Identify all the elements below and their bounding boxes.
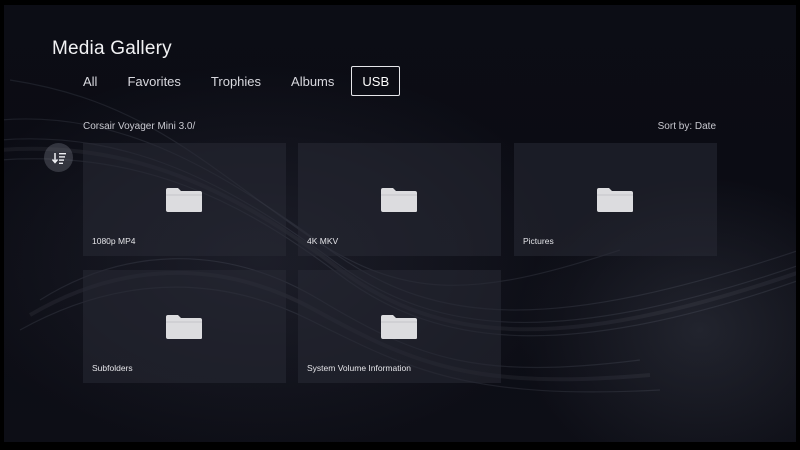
- tab-all[interactable]: All: [70, 66, 110, 96]
- frame-edge-right: [796, 0, 800, 450]
- folder-tile[interactable]: 4K MKV: [298, 143, 501, 256]
- breadcrumb: Corsair Voyager Mini 3.0/: [83, 121, 196, 132]
- tab-usb[interactable]: USB: [351, 66, 401, 96]
- frame-edge-top: [0, 0, 800, 5]
- folder-name: System Volume Information: [307, 363, 411, 373]
- page-title: Media Gallery: [52, 38, 172, 59]
- sort-list-icon: [51, 152, 66, 164]
- sort-button[interactable]: [44, 143, 73, 172]
- folder-name: 4K MKV: [307, 236, 339, 246]
- folder-icon: [381, 188, 417, 212]
- folder-tile[interactable]: System Volume Information: [298, 270, 501, 383]
- sort-label[interactable]: Sort by: Date: [658, 121, 716, 132]
- folder-icon: [597, 188, 633, 212]
- folder-icon: [166, 188, 202, 212]
- frame-edge-left: [0, 0, 4, 450]
- tab-bar: All Favorites Trophies Albums USB: [70, 66, 404, 98]
- folder-name: Subfolders: [92, 363, 133, 373]
- tab-favorites[interactable]: Favorites: [114, 66, 193, 96]
- folder-icon: [381, 315, 417, 339]
- folder-name: Pictures: [523, 236, 554, 246]
- folder-name: 1080p MP4: [92, 236, 136, 246]
- tab-albums[interactable]: Albums: [278, 66, 347, 96]
- media-gallery-screen: Media Gallery All Favorites Trophies Alb…: [0, 0, 800, 450]
- tab-trophies[interactable]: Trophies: [198, 66, 274, 96]
- frame-edge-bottom: [0, 442, 800, 450]
- folder-tile[interactable]: 1080p MP4: [83, 143, 286, 256]
- folder-tile[interactable]: Subfolders: [83, 270, 286, 383]
- folder-icon: [166, 315, 202, 339]
- folder-tile[interactable]: Pictures: [514, 143, 717, 256]
